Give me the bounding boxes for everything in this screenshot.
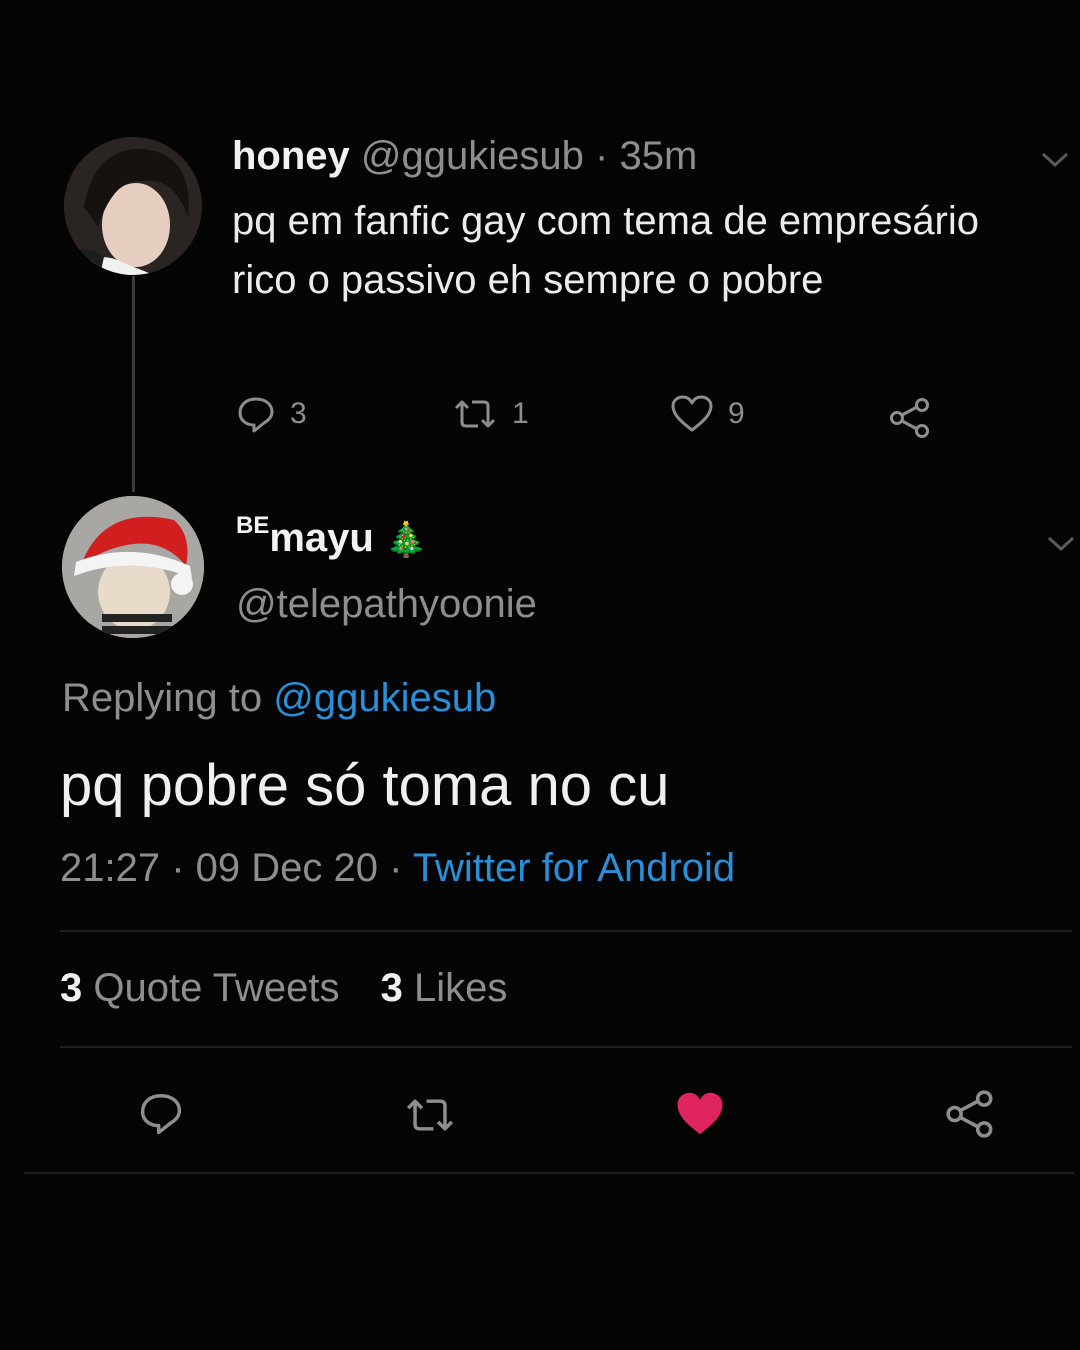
likes-count: 3 — [380, 966, 403, 1010]
parent-tweet-header: honey @ggukiesub · 35m — [232, 134, 697, 179]
share-icon[interactable] — [944, 1088, 996, 1140]
heart-icon — [671, 395, 713, 432]
quote-label: Quote Tweets — [93, 966, 340, 1010]
reply-display-name[interactable]: BEmayu 🎄 — [236, 512, 427, 561]
parent-tweet-text: pq em fanfic gay com tema de empresário … — [232, 199, 980, 302]
reply-handle[interactable]: @telepathyoonie — [236, 582, 537, 627]
thread-connector-line — [132, 276, 135, 492]
reply-icon — [238, 397, 274, 433]
tweet-stats: 3 Quote Tweets 3 Likes — [60, 966, 537, 1011]
avatar-parent[interactable] — [64, 137, 202, 275]
likes-label: Likes — [413, 966, 508, 1010]
tweet-timestamp[interactable]: 21:27 · 09 Dec 20 · — [60, 846, 413, 890]
share-icon[interactable] — [888, 396, 932, 440]
replying-to-line: Replying to @ggukiesub — [62, 676, 496, 721]
parent-time[interactable]: 35m — [619, 134, 697, 178]
chevron-down-icon[interactable] — [1046, 534, 1076, 554]
parent-retweet-action[interactable]: 1 — [452, 394, 529, 434]
avatar-parent-image — [64, 137, 202, 275]
retweet-count: 1 — [512, 397, 529, 430]
divider — [60, 1046, 1072, 1048]
display-name-prefix: BE — [236, 512, 270, 539]
quote-tweets-stat[interactable]: 3 Quote Tweets — [60, 966, 339, 1010]
parent-like-action[interactable]: 9 — [670, 394, 745, 434]
avatar-reply-image — [62, 496, 204, 638]
divider — [24, 1172, 1074, 1174]
tweet-meta: 21:27 · 09 Dec 20 · Twitter for Android — [60, 846, 735, 891]
replying-to-label: Replying to — [62, 676, 263, 720]
like-count: 9 — [728, 397, 745, 430]
retweet-icon — [454, 400, 496, 428]
parent-handle[interactable]: @ggukiesub — [361, 134, 584, 178]
reply-count: 3 — [290, 397, 307, 430]
reply-tweet-text: pq pobre só toma no cu — [60, 753, 670, 818]
retweet-icon[interactable] — [400, 1092, 460, 1138]
likes-stat[interactable]: 3 Likes — [381, 966, 508, 1010]
display-name-main: mayu — [269, 516, 374, 560]
chevron-down-icon[interactable] — [1040, 150, 1070, 170]
heart-icon-liked[interactable] — [674, 1090, 726, 1138]
avatar-reply[interactable] — [62, 496, 204, 638]
parent-display-name[interactable]: honey — [232, 134, 350, 178]
christmas-tree-icon: 🎄 — [384, 521, 428, 559]
separator: · — [595, 134, 609, 178]
replying-to-handle-link[interactable]: @ggukiesub — [273, 676, 496, 720]
tweet-source-link[interactable]: Twitter for Android — [413, 846, 735, 890]
divider — [60, 930, 1072, 932]
reply-icon[interactable] — [136, 1090, 186, 1136]
quote-count: 3 — [60, 966, 83, 1010]
parent-reply-action[interactable]: 3 — [236, 394, 307, 434]
